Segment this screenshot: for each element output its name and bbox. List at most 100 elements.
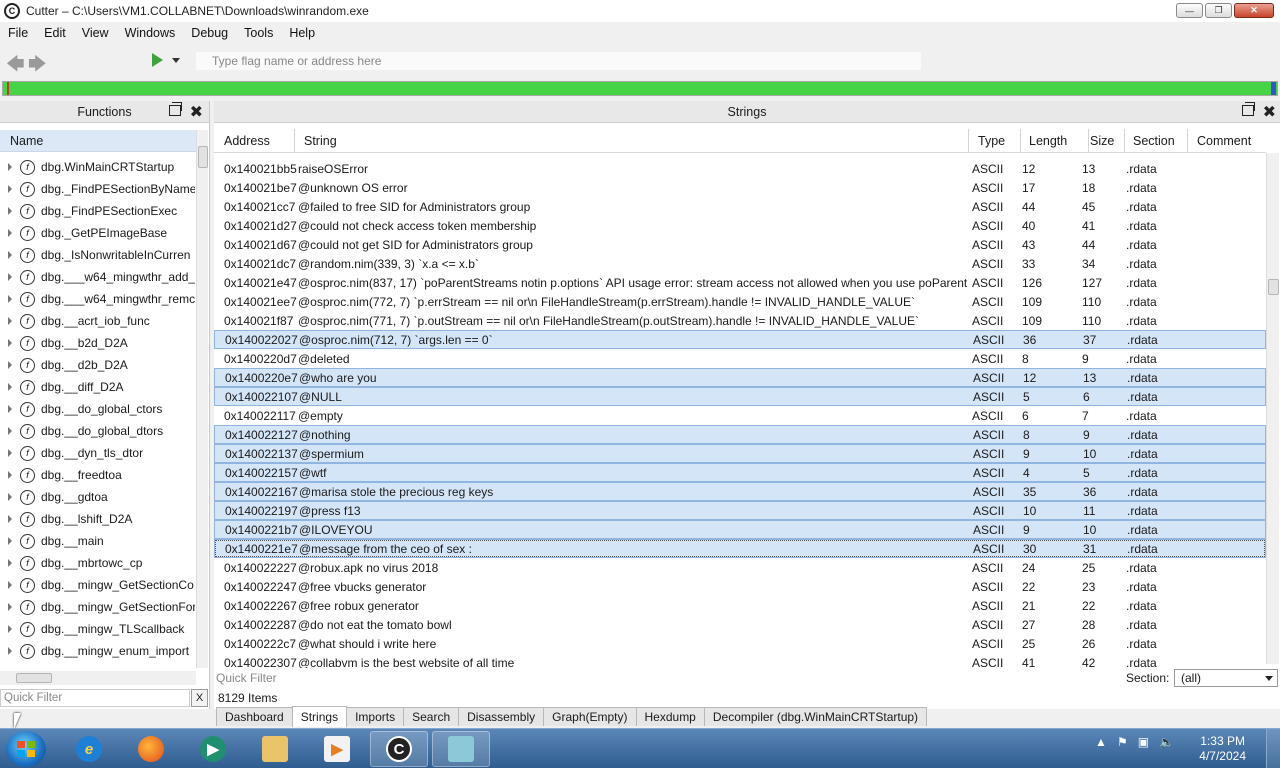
expand-arrow-icon[interactable] — [8, 273, 12, 281]
strings-table-row[interactable]: 0x140021dc7 @random.nim(339, 3) `x.a <= x… — [214, 254, 1266, 273]
strings-table-row[interactable]: 0x140021d67 @could not get SID for Admini… — [214, 235, 1266, 254]
function-list-item[interactable]: f dbg.__mingw_enum_import — [0, 640, 195, 662]
maximize-button[interactable]: ❐ — [1205, 3, 1232, 18]
strings-table-row[interactable]: 0x140021cc7 @failed to free SID for Admin… — [214, 197, 1266, 216]
menu-file[interactable]: File — [0, 26, 36, 40]
function-list-item[interactable]: f dbg.__mingw_TLScallback — [0, 618, 195, 640]
menu-help[interactable]: Help — [281, 26, 323, 40]
tab-dashboard[interactable]: Dashboard — [216, 707, 293, 726]
strings-table-row[interactable]: 0x1400221b7 @ILOVEYOU ASCII 9 10 .rdata — [214, 520, 1266, 539]
expand-arrow-icon[interactable] — [8, 625, 12, 633]
menu-windows[interactable]: Windows — [117, 26, 184, 40]
taskbar-ie[interactable]: e — [60, 731, 118, 767]
function-list-item[interactable]: f dbg.__gdtoa — [0, 486, 195, 508]
col-type[interactable]: Type — [978, 134, 1005, 148]
strings-table-row[interactable]: 0x140022027 @osproc.nim(712, 7) `args.len… — [214, 330, 1266, 349]
function-list-item[interactable]: f dbg.__dyn_tls_dtor — [0, 442, 195, 464]
strings-table-row[interactable]: 0x140021d27 @could not check access token… — [214, 216, 1266, 235]
function-list-item[interactable]: f dbg.WinMainCRTStartup — [0, 156, 195, 178]
strings-table-row[interactable]: 0x140021e47 @osproc.nim(837, 17) `poParen… — [214, 273, 1266, 292]
functions-vscroll-thumb[interactable] — [198, 146, 208, 168]
tab-strings[interactable]: Strings — [291, 706, 348, 727]
overview-bar[interactable] — [2, 81, 1278, 96]
close-panel-icon[interactable]: ✖ — [1263, 102, 1276, 122]
function-list-item[interactable]: f dbg._GetPEImageBase — [0, 222, 195, 244]
flag-icon[interactable]: ⚑ — [1117, 735, 1128, 749]
function-list-item[interactable]: f dbg.___w64_mingwthr_remc — [0, 288, 195, 310]
taskbar-notepad[interactable] — [432, 731, 490, 767]
function-list-item[interactable]: f dbg.__mingw_GetSectionFor — [0, 596, 195, 618]
function-list-item[interactable]: f dbg.__mingw_GetSectionCo — [0, 574, 195, 596]
function-list-item[interactable]: f dbg.__do_global_dtors — [0, 420, 195, 442]
clear-filter-button[interactable]: X — [191, 689, 208, 707]
tab-search[interactable]: Search — [403, 707, 460, 726]
float-panel-icon[interactable] — [169, 102, 182, 119]
expand-arrow-icon[interactable] — [8, 471, 12, 479]
functions-column-header[interactable]: Name — [0, 130, 196, 152]
strings-table-row[interactable]: 0x140022137 @spermium ASCII 9 10 .rdata — [214, 444, 1266, 463]
tray-expand-icon[interactable]: ▲ — [1095, 735, 1107, 749]
function-list-item[interactable]: f dbg.__diff_D2A — [0, 376, 195, 398]
function-list-item[interactable]: f dbg.__b2d_D2A — [0, 332, 195, 354]
expand-arrow-icon[interactable] — [8, 405, 12, 413]
section-select[interactable]: (all) — [1174, 669, 1278, 687]
minimize-button[interactable]: — — [1176, 3, 1203, 18]
function-list-item[interactable]: f dbg.__lshift_D2A — [0, 508, 195, 530]
col-section[interactable]: Section — [1133, 134, 1175, 148]
taskbar-media[interactable]: ▶ — [184, 731, 242, 767]
expand-arrow-icon[interactable] — [8, 603, 12, 611]
close-panel-icon[interactable]: ✖ — [190, 102, 203, 122]
volume-muted-icon[interactable]: 🔈 — [1159, 735, 1174, 749]
forward-arrow-icon[interactable]: 🡆 — [28, 52, 47, 82]
expand-arrow-icon[interactable] — [8, 185, 12, 193]
col-comment[interactable]: Comment — [1197, 134, 1251, 148]
expand-arrow-icon[interactable] — [8, 295, 12, 303]
functions-hscroll-thumb[interactable] — [16, 673, 52, 683]
network-icon[interactable]: ▣ — [1138, 735, 1149, 749]
col-length[interactable]: Length — [1029, 134, 1067, 148]
function-list-item[interactable]: f dbg.___w64_mingwthr_add_ — [0, 266, 195, 288]
function-list-item[interactable]: f dbg.__acrt_iob_func — [0, 310, 195, 332]
functions-vscroll[interactable] — [196, 130, 208, 668]
strings-vscroll-thumb[interactable] — [1268, 279, 1279, 295]
strings-table-row[interactable]: 0x140022127 @nothing ASCII 8 9 .rdata — [214, 425, 1266, 444]
back-arrow-icon[interactable]: 🡄 — [6, 52, 25, 82]
strings-quick-filter[interactable] — [214, 669, 1114, 687]
strings-table-row[interactable]: 0x140022167 @marisa stole the precious re… — [214, 482, 1266, 501]
strings-table-row[interactable]: 0x140022287 @do not eat the tomato bowl AS… — [214, 615, 1266, 634]
function-list-item[interactable]: f dbg.__do_global_ctors — [0, 398, 195, 420]
taskbar-cutter[interactable]: C — [370, 731, 428, 767]
function-list-item[interactable]: f dbg.__freedtoa — [0, 464, 195, 486]
col-string[interactable]: String — [304, 134, 337, 148]
close-button[interactable]: ✕ — [1234, 3, 1274, 18]
expand-arrow-icon[interactable] — [8, 317, 12, 325]
expand-arrow-icon[interactable] — [8, 537, 12, 545]
strings-table-row[interactable]: 0x140021bb5 raiseOSError ASCII 12 13 .rdata — [214, 159, 1266, 178]
chevron-down-icon[interactable] — [172, 58, 180, 63]
float-panel-icon[interactable] — [1242, 102, 1255, 119]
flag-address-input[interactable] — [196, 52, 921, 70]
functions-hscroll[interactable] — [0, 671, 196, 685]
expand-arrow-icon[interactable] — [8, 383, 12, 391]
function-list-item[interactable]: f dbg._FindPESectionExec — [0, 200, 195, 222]
col-size[interactable]: Size — [1090, 134, 1114, 148]
taskbar-explorer[interactable] — [246, 731, 304, 767]
strings-vscroll[interactable] — [1266, 153, 1279, 664]
expand-arrow-icon[interactable] — [8, 427, 12, 435]
menu-tools[interactable]: Tools — [236, 26, 281, 40]
expand-arrow-icon[interactable] — [8, 207, 12, 215]
strings-table-row[interactable]: 0x140022157 @wtf ASCII 4 5 .rdata — [214, 463, 1266, 482]
start-button[interactable] — [6, 731, 46, 767]
menu-edit[interactable]: Edit — [36, 26, 74, 40]
show-desktop-button[interactable] — [1266, 729, 1280, 768]
expand-arrow-icon[interactable] — [8, 339, 12, 347]
function-list-item[interactable]: f dbg.__d2b_D2A — [0, 354, 195, 376]
strings-table-row[interactable]: 0x140022197 @press f13 ASCII 10 11 .rdata — [214, 501, 1266, 520]
tab-disassembly[interactable]: Disassembly — [458, 707, 545, 726]
menu-debug[interactable]: Debug — [183, 26, 236, 40]
expand-arrow-icon[interactable] — [8, 559, 12, 567]
col-address[interactable]: Address — [224, 134, 270, 148]
strings-table-row[interactable]: 0x140021ee7 @osproc.nim(772, 7) `p.errStr… — [214, 292, 1266, 311]
taskbar-firefox[interactable] — [122, 731, 180, 767]
expand-arrow-icon[interactable] — [8, 163, 12, 171]
